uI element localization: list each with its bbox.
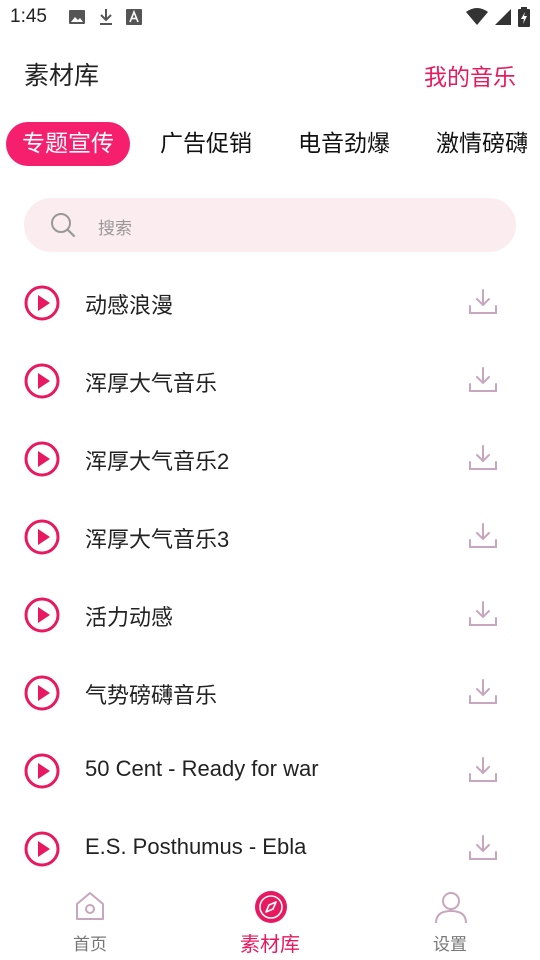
nav-home-label: 首页 xyxy=(73,935,107,955)
app-a-icon xyxy=(126,9,142,25)
play-icon[interactable] xyxy=(24,363,60,399)
tab-topic-promo[interactable]: 专题宣传 xyxy=(6,122,130,166)
status-time: 1:45 xyxy=(10,6,47,27)
category-tabs: 专题宣传 广告促销 电音劲爆 激情磅礴 xyxy=(0,122,540,168)
download-icon[interactable] xyxy=(468,444,498,472)
app-header: 素材库 我的音乐 xyxy=(0,48,540,98)
list-item[interactable]: 浑厚大气音乐2 xyxy=(0,420,540,498)
home-icon xyxy=(76,892,104,920)
nav-library[interactable]: 素材库 xyxy=(210,880,330,960)
list-item[interactable]: 浑厚大气音乐 xyxy=(0,342,540,420)
download-status-icon xyxy=(100,9,112,25)
song-title: 气势磅礴音乐 xyxy=(85,683,218,708)
search-input[interactable]: 搜索 xyxy=(24,198,516,252)
image-icon xyxy=(69,10,85,24)
download-icon[interactable] xyxy=(468,600,498,628)
play-icon[interactable] xyxy=(24,441,60,477)
play-icon[interactable] xyxy=(24,831,60,867)
song-title: 浑厚大气音乐 xyxy=(85,371,218,396)
nav-library-label: 素材库 xyxy=(240,932,300,956)
notification-icons xyxy=(68,8,142,26)
song-title: E.S. Posthumus - Ebla xyxy=(85,834,307,859)
song-title: 浑厚大气音乐2 xyxy=(85,449,230,474)
play-icon[interactable] xyxy=(24,753,60,789)
wifi-icon xyxy=(466,8,488,25)
system-icons xyxy=(466,7,530,27)
compass-icon xyxy=(255,891,287,923)
nav-settings[interactable]: 设置 xyxy=(390,880,510,960)
nav-home[interactable]: 首页 xyxy=(30,880,150,960)
list-item[interactable]: 浑厚大气音乐3 xyxy=(0,498,540,576)
list-item[interactable]: 50 Cent - Ready for war xyxy=(0,732,540,810)
list-item[interactable]: E.S. Posthumus - Ebla xyxy=(0,810,540,888)
list-item[interactable]: 气势磅礴音乐 xyxy=(0,654,540,732)
tab-passionate[interactable]: 激情磅礴 xyxy=(436,122,528,166)
list-item[interactable]: 动感浪漫 xyxy=(0,264,540,342)
list-item[interactable]: 活力动感 xyxy=(0,576,540,654)
song-title: 50 Cent - Ready for war xyxy=(85,756,319,781)
download-icon[interactable] xyxy=(468,834,498,862)
play-icon[interactable] xyxy=(24,519,60,555)
search-placeholder: 搜索 xyxy=(98,219,132,239)
bottom-nav: 首页 素材库 设置 xyxy=(0,880,540,960)
download-icon[interactable] xyxy=(468,366,498,394)
search-icon xyxy=(51,213,76,238)
tab-electronic[interactable]: 电音劲爆 xyxy=(298,122,390,166)
tab-ad-sales[interactable]: 广告促销 xyxy=(160,122,252,166)
download-icon[interactable] xyxy=(468,288,498,316)
signal-icon xyxy=(495,9,511,25)
battery-icon xyxy=(518,7,530,27)
song-title: 活力动感 xyxy=(85,605,174,630)
play-icon[interactable] xyxy=(24,675,60,711)
page-title: 素材库 xyxy=(24,61,100,90)
nav-settings-label: 设置 xyxy=(433,935,467,955)
my-music-link[interactable]: 我的音乐 xyxy=(424,58,516,92)
play-icon[interactable] xyxy=(24,597,60,633)
person-icon xyxy=(435,892,467,924)
download-icon[interactable] xyxy=(468,678,498,706)
song-title: 浑厚大气音乐3 xyxy=(85,527,230,552)
play-icon[interactable] xyxy=(24,285,60,321)
status-bar: 1:45 xyxy=(0,0,540,36)
song-title: 动感浪漫 xyxy=(85,293,174,318)
download-icon[interactable] xyxy=(468,756,498,784)
download-icon[interactable] xyxy=(468,522,498,550)
